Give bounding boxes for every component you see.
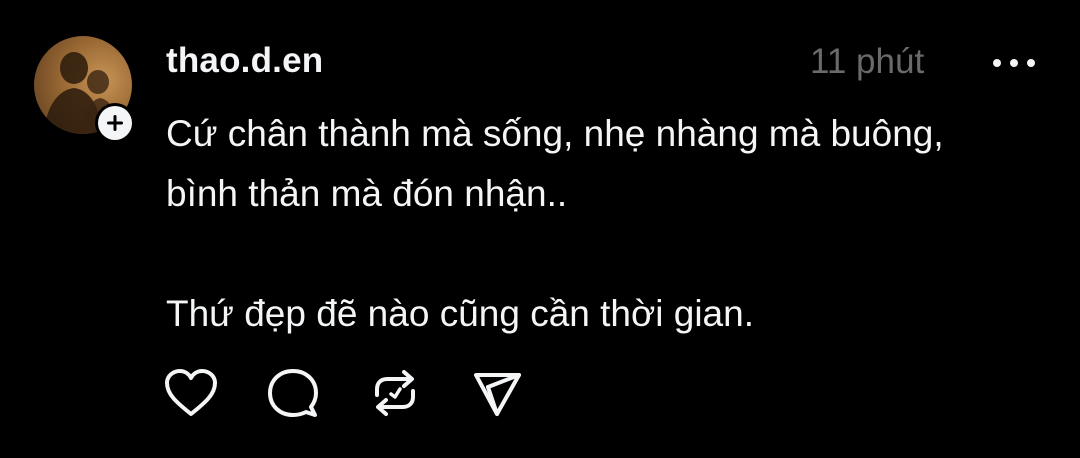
like-button[interactable] xyxy=(162,364,220,422)
follow-button[interactable] xyxy=(95,103,135,143)
comment-bubble-icon xyxy=(268,369,318,417)
comment-button[interactable] xyxy=(264,364,322,422)
caption-line: bình thản mà đón nhận.. xyxy=(166,173,568,214)
share-button[interactable] xyxy=(468,364,526,422)
plus-icon xyxy=(107,115,123,131)
more-horizontal-icon xyxy=(993,59,1035,67)
follow-badge xyxy=(98,106,132,140)
repost-icon xyxy=(375,370,415,416)
repost-button[interactable] xyxy=(366,364,424,422)
caption-line: Thứ đẹp đẽ nào cũng cần thời gian. xyxy=(166,293,754,334)
timestamp: 11 phút xyxy=(810,42,925,81)
post-caption: Cứ chân thành mà sống, nhẹ nhàng mà buôn… xyxy=(166,104,1046,344)
send-icon xyxy=(474,373,521,416)
action-bar xyxy=(162,364,570,422)
caption-line: Cứ chân thành mà sống, nhẹ nhàng mà buôn… xyxy=(166,113,944,154)
username[interactable]: thao.d.en xyxy=(166,41,323,81)
heart-icon xyxy=(165,369,217,416)
more-options-button[interactable] xyxy=(984,48,1044,78)
post: thao.d.en 11 phút Cứ chân thành mà sống,… xyxy=(0,0,1080,458)
